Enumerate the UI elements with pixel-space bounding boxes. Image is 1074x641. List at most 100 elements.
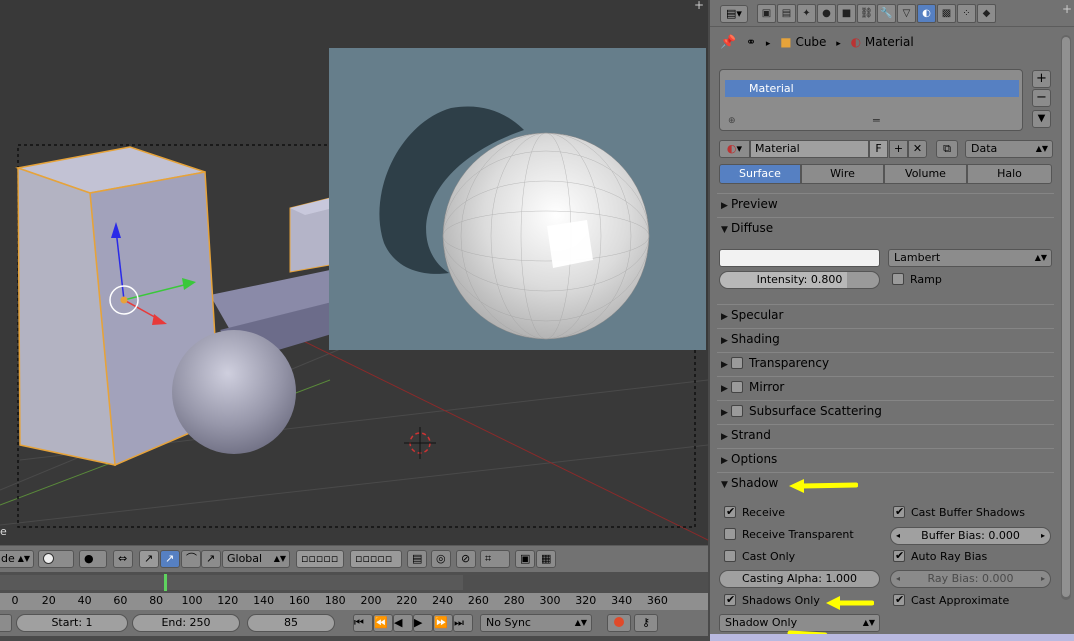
timeline-strip[interactable] — [0, 572, 708, 593]
cast-only-checkbox[interactable] — [724, 550, 736, 562]
object-tab-icon[interactable]: ■ — [837, 4, 856, 23]
transparency-checkbox[interactable] — [731, 357, 743, 369]
slot-filter-icon[interactable]: ⊕ — [728, 116, 736, 126]
manipulator-toggle-icon[interactable]: ⇔ — [113, 550, 133, 568]
receive-transparent-checkbox[interactable] — [724, 528, 736, 540]
jump-end-icon[interactable]: ⏭ — [453, 614, 473, 632]
render-layers-tab-icon[interactable]: ▤ — [777, 4, 796, 23]
constraints-tab-icon[interactable]: ⛓ — [857, 4, 876, 23]
current-frame-field[interactable]: 85 — [247, 614, 335, 632]
receive-checkbox[interactable] — [724, 504, 736, 520]
diffuse-color-swatch[interactable] — [719, 249, 880, 267]
modifiers-tab-icon[interactable]: 🔧 — [877, 4, 896, 23]
shadows-only-checkbox[interactable] — [724, 592, 736, 608]
tab-volume[interactable]: Volume — [884, 164, 967, 184]
mode-select[interactable]: de ▲▼ — [0, 550, 34, 568]
list-resize-handle[interactable]: ═ — [873, 114, 880, 127]
material-tab-icon[interactable]: ◐ — [917, 4, 936, 23]
layers-row-1[interactable]: ▫▫▫▫▫ — [296, 550, 344, 568]
panel-options[interactable]: ▶ Options — [717, 448, 1054, 470]
transform-icon[interactable]: ↗ — [201, 550, 221, 568]
render-anim-icon[interactable]: ▦ — [536, 550, 556, 568]
sss-checkbox[interactable] — [731, 405, 743, 417]
properties-scrollbar[interactable] — [1061, 35, 1071, 600]
fake-user-button[interactable]: F — [869, 140, 888, 158]
panel-specular[interactable]: ▶ Specular — [717, 304, 1054, 326]
current-frame-cursor[interactable] — [164, 574, 167, 591]
layers-row-2[interactable]: ▫▫▫▫▫ — [350, 550, 402, 568]
scrollbar-thumb[interactable] — [1062, 37, 1070, 597]
tab-wire[interactable]: Wire — [801, 164, 884, 184]
record-icon[interactable] — [607, 614, 631, 632]
end-frame-field[interactable]: End: 250 — [132, 614, 240, 632]
auto-ray-bias-checkbox[interactable] — [893, 548, 905, 564]
pivot-select[interactable]: ● — [79, 550, 107, 568]
panel-mirror[interactable]: ▶ Mirror — [717, 376, 1054, 398]
orientation-select[interactable]: Global ▲▼ — [222, 550, 290, 568]
panel-diffuse[interactable]: ▼ Diffuse — [717, 217, 1054, 239]
link-type-select[interactable]: Data ▲▼ — [965, 140, 1053, 158]
scene-tab-icon[interactable]: ✦ — [797, 4, 816, 23]
intensity-slider[interactable]: Intensity: 0.800 — [719, 271, 880, 289]
viewport-shading-select[interactable] — [38, 550, 74, 568]
frame-ruler[interactable]: 0 20 40 60 80 100 120 140 160 180 200 220 240 260 280 3… — [0, 593, 708, 610]
add-slot-button[interactable]: + — [1032, 70, 1051, 88]
area-split-icon[interactable]: + — [694, 0, 704, 12]
data-tab-icon[interactable]: ▽ — [897, 4, 916, 23]
snap-toggle-icon[interactable]: ⊘ — [456, 550, 476, 568]
physics-tab-icon[interactable]: ◆ — [977, 4, 996, 23]
rotate-icon[interactable]: ↗ — [160, 550, 180, 568]
slot-specials-button[interactable]: ▼ — [1032, 110, 1051, 128]
sync-mode-select[interactable]: No Sync ▲▼ — [480, 614, 592, 632]
material-name-field[interactable]: Material — [750, 140, 869, 158]
cast-approximate-checkbox[interactable] — [893, 592, 905, 608]
world-tab-icon[interactable]: ● — [817, 4, 836, 23]
editor-type-select[interactable]: ▤▾ — [720, 5, 748, 23]
panel-sss[interactable]: ▶ Subsurface Scattering — [717, 400, 1054, 422]
cast-only-toggle[interactable]: Cast Only — [724, 549, 795, 565]
start-frame-field[interactable]: Start: 1 — [16, 614, 128, 632]
casting-alpha-field[interactable]: Casting Alpha: 1.000 — [719, 570, 880, 588]
material-slot-item[interactable]: Material — [725, 80, 1019, 97]
mirror-checkbox[interactable] — [731, 381, 743, 393]
material-browse-icon[interactable]: ◐▾ — [719, 140, 750, 158]
receive-transparent-toggle[interactable]: Receive Transparent — [724, 527, 854, 543]
next-keyframe-icon[interactable]: ⏩ — [433, 614, 453, 632]
auto-ray-bias-toggle[interactable]: Auto Ray Bias — [893, 548, 987, 565]
ramp-toggle[interactable]: Ramp — [892, 272, 942, 288]
cast-approximate-toggle[interactable]: Cast Approximate — [893, 592, 1009, 609]
snap-element-select[interactable]: ⌗ — [480, 550, 510, 568]
tab-halo[interactable]: Halo — [967, 164, 1052, 184]
diffuse-shader-select[interactable]: Lambert ▲▼ — [888, 249, 1052, 267]
play-icon[interactable]: ▶ — [413, 614, 433, 632]
panel-strand[interactable]: ▶ Strand — [717, 424, 1054, 446]
remove-slot-button[interactable]: − — [1032, 89, 1051, 107]
area-split-icon-right[interactable]: + — [1062, 2, 1072, 16]
layer-lock-icon[interactable]: ▤ — [407, 550, 427, 568]
keying-set-icon[interactable]: ⚷ — [634, 614, 658, 632]
prev-keyframe-icon[interactable]: ⏪ — [373, 614, 393, 632]
buffer-bias-field[interactable]: ◂ Buffer Bias: 0.000 ▸ — [890, 527, 1051, 545]
new-material-button[interactable]: + — [889, 140, 908, 158]
material-slot-list[interactable]: Material ⊕ ═ — [719, 69, 1023, 131]
particles-tab-icon[interactable]: ⁘ — [957, 4, 976, 23]
translate-icon[interactable]: ↗ — [139, 550, 159, 568]
tab-surface[interactable]: Surface — [719, 164, 801, 184]
shadows-only-toggle[interactable]: Shadows Only — [724, 592, 820, 609]
unlink-material-icon[interactable]: ✕ — [908, 140, 927, 158]
panel-shadow[interactable]: ▼ Shadow — [717, 472, 1054, 494]
ray-bias-field[interactable]: ◂ Ray Bias: 0.000 ▸ — [890, 570, 1051, 588]
proportional-edit-icon[interactable]: ◎ — [431, 550, 451, 568]
panel-preview[interactable]: ▶ Preview — [717, 193, 1054, 215]
panel-transparency[interactable]: ▶ Transparency — [717, 352, 1054, 374]
cast-buffer-shadows-checkbox[interactable] — [893, 504, 905, 520]
play-reverse-icon[interactable]: ◀ — [393, 614, 413, 632]
receive-toggle[interactable]: Receive — [724, 504, 785, 521]
jump-start-icon[interactable]: ⏮ — [353, 614, 373, 632]
3d-viewport[interactable]: e + — [0, 0, 708, 545]
node-toggle-icon[interactable]: ⧉ — [936, 140, 958, 158]
cast-buffer-shadows-toggle[interactable]: Cast Buffer Shadows — [893, 504, 1025, 521]
view-menu-fragment[interactable] — [0, 614, 12, 632]
ramp-checkbox[interactable] — [892, 273, 904, 285]
pin-icon[interactable]: 📌 — [720, 35, 736, 50]
